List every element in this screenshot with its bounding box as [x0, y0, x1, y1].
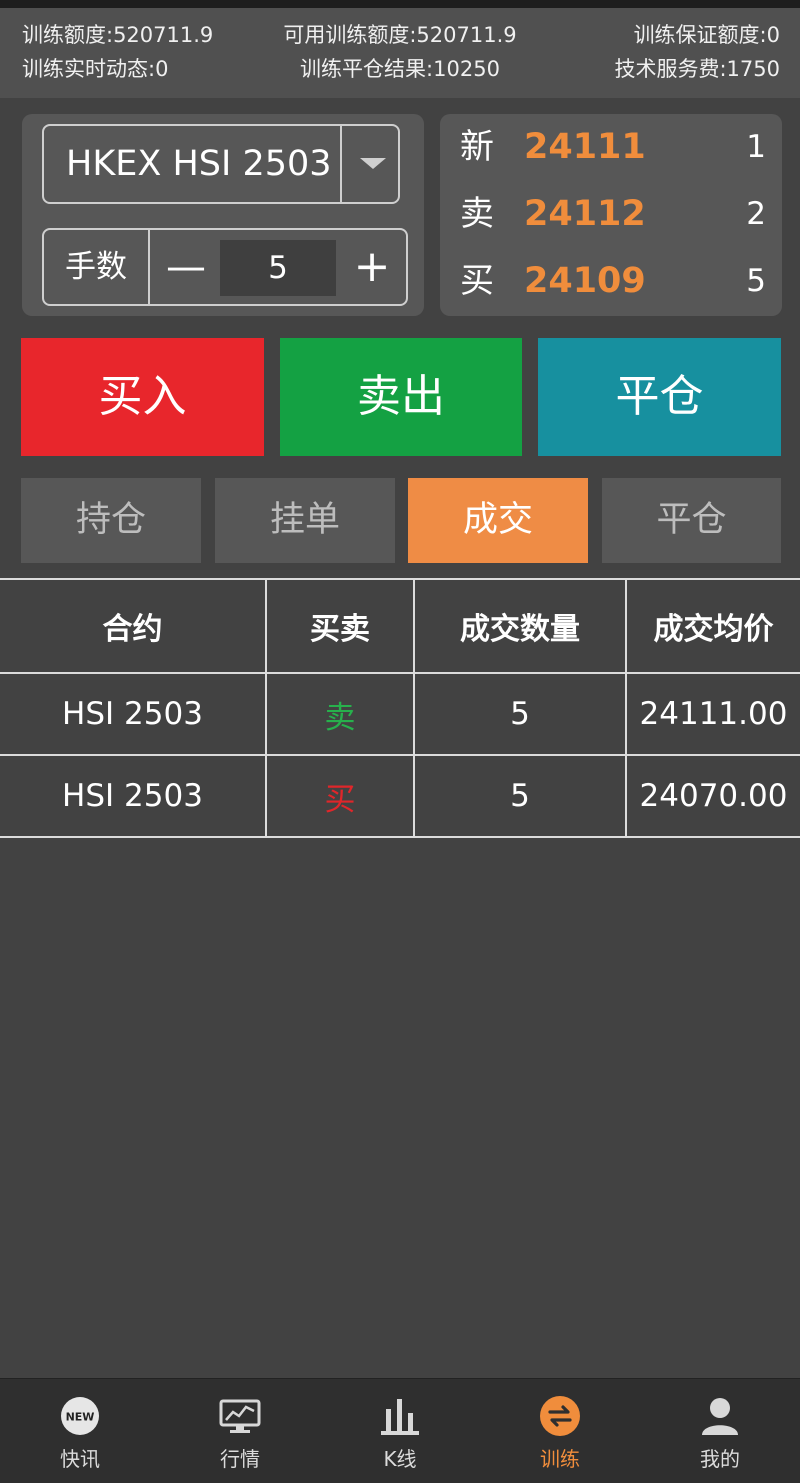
- cell-contract: HSI 2503: [0, 754, 267, 838]
- quote-bid: 买 24109 5: [440, 248, 782, 314]
- order-panel: HKEX HSI 2503 手数 — 5 +: [22, 114, 424, 316]
- nav-label: 快讯: [60, 1447, 100, 1471]
- lots-input[interactable]: 5: [220, 240, 336, 296]
- quote-price: 24109: [524, 261, 646, 301]
- header-price: 成交均价: [625, 578, 800, 674]
- close-position-button[interactable]: 平仓: [538, 338, 781, 456]
- kline-icon: [381, 1399, 419, 1435]
- lots-label: 手数: [65, 249, 127, 285]
- nav-market[interactable]: 行情: [160, 1379, 320, 1483]
- cell-price: 24111.00: [625, 672, 800, 756]
- training-icon: [540, 1396, 580, 1436]
- cell-qty: 5: [413, 672, 627, 756]
- nav-kline[interactable]: K线: [320, 1379, 480, 1483]
- quote-label: 新: [460, 127, 494, 167]
- quote-ask: 卖 24112 2: [440, 181, 782, 247]
- quote-label: 卖: [460, 194, 494, 234]
- tab-pending-orders[interactable]: 挂单: [215, 478, 395, 563]
- quote-size: 1: [746, 129, 766, 165]
- quote-label: 买: [460, 261, 494, 301]
- account-stats: 训练额度:520711.9 可用训练额度:520711.9 训练保证额度:0 训…: [0, 8, 800, 98]
- nav-label: 我的: [700, 1447, 740, 1471]
- nav-profile[interactable]: 我的: [640, 1379, 800, 1483]
- header-side: 买卖: [265, 578, 415, 674]
- service-fee: 技术服务费:1750: [614, 57, 780, 81]
- lots-stepper: 手数 — 5 +: [42, 228, 408, 306]
- quote-price: 24112: [524, 194, 646, 234]
- quote-panel: 新 24111 1 卖 24112 2 买 24109 5: [440, 114, 782, 316]
- news-icon: NEW: [61, 1397, 99, 1435]
- lots-divider: [148, 230, 150, 304]
- nav-label: K线: [383, 1447, 417, 1471]
- nav-label: 行情: [220, 1447, 260, 1471]
- status-bar: [0, 0, 800, 8]
- contract-name: HKEX HSI 2503: [66, 144, 332, 184]
- quote-last: 新 24111 1: [440, 114, 782, 180]
- quote-size: 2: [746, 196, 766, 232]
- cell-qty: 5: [413, 754, 627, 838]
- nav-label: 训练: [540, 1447, 580, 1471]
- header-qty: 成交数量: [413, 578, 627, 674]
- cell-price: 24070.00: [625, 754, 800, 838]
- sell-button[interactable]: 卖出: [280, 338, 522, 456]
- cell-side: 买: [265, 754, 415, 838]
- market-icon: [219, 1399, 261, 1433]
- quote-price: 24111: [524, 127, 646, 167]
- minus-icon[interactable]: —: [164, 230, 208, 304]
- trades-table: 合约 买卖 成交数量 成交均价 HSI 2503 卖 5 24111.00 HS…: [0, 578, 800, 838]
- profile-icon: [702, 1398, 738, 1435]
- table-header: 合约 买卖 成交数量 成交均价: [0, 578, 800, 674]
- contract-selector[interactable]: HKEX HSI 2503: [42, 124, 400, 204]
- nav-news[interactable]: NEW 快讯: [0, 1379, 160, 1483]
- tab-closed[interactable]: 平仓: [602, 478, 781, 563]
- margin-quota: 训练保证额度:0: [633, 23, 780, 47]
- cell-contract: HSI 2503: [0, 672, 267, 756]
- header-contract: 合约: [0, 578, 267, 674]
- cell-side: 卖: [265, 672, 415, 756]
- plus-icon[interactable]: +: [350, 230, 394, 304]
- bottom-nav: NEW 快讯 行情 K线 训练 我的: [0, 1378, 800, 1483]
- selector-divider: [340, 126, 342, 202]
- quote-size: 5: [746, 263, 766, 299]
- chevron-down-icon[interactable]: [360, 158, 386, 169]
- buy-button[interactable]: 买入: [21, 338, 264, 456]
- news-badge: NEW: [66, 1411, 95, 1424]
- tab-trades[interactable]: 成交: [408, 478, 588, 563]
- nav-training[interactable]: 训练: [480, 1379, 640, 1483]
- table-row[interactable]: HSI 2503 卖 5 24111.00: [0, 672, 800, 756]
- table-row[interactable]: HSI 2503 买 5 24070.00: [0, 754, 800, 838]
- tab-positions[interactable]: 持仓: [21, 478, 201, 563]
